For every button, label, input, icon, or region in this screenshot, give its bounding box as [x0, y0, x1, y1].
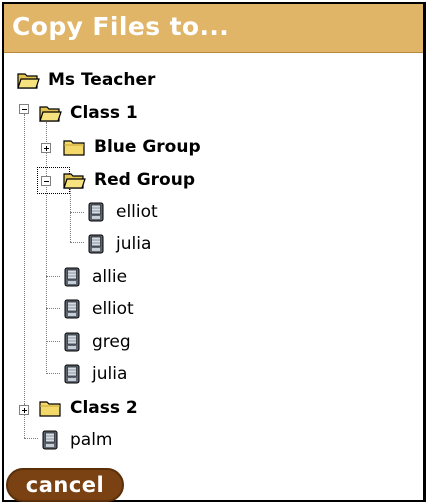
handheld-device-icon [60, 332, 84, 352]
tree-node-label: elliot [116, 202, 158, 222]
expand-class-2-toggle[interactable] [19, 405, 29, 415]
tree-node-red-elliot[interactable]: elliot [84, 200, 158, 224]
open-folder-icon [62, 170, 86, 190]
tree-connector [46, 308, 60, 309]
collapse-class-1-toggle[interactable] [19, 104, 29, 114]
tree-connector [70, 187, 71, 242]
tree-node-label: Class 1 [70, 103, 138, 123]
collapse-red-group-toggle[interactable] [41, 176, 51, 186]
folder-icon [38, 398, 62, 418]
tree-node-label: Ms Teacher [48, 70, 156, 90]
tree-connector [46, 276, 60, 277]
expand-blue-group-toggle[interactable] [41, 143, 51, 153]
tree-node-blue-group[interactable]: Blue Group [62, 135, 201, 159]
folder-tree: Ms Teacher Class 1 Blue Group Red Group … [4, 4, 423, 500]
tree-node-label: palm [70, 430, 113, 450]
tree-connector [46, 373, 60, 374]
tree-connector [46, 341, 60, 342]
tree-node-allie[interactable]: allie [60, 265, 127, 289]
open-folder-icon [38, 103, 62, 123]
tree-node-palm[interactable]: palm [38, 428, 113, 452]
tree-node-elliot[interactable]: elliot [60, 297, 134, 321]
tree-connector [24, 114, 25, 404]
tree-connector [70, 212, 84, 213]
handheld-device-icon [84, 234, 108, 254]
tree-node-class-1[interactable]: Class 1 [38, 101, 138, 125]
tree-node-label: julia [92, 364, 128, 384]
tree-node-label: allie [92, 267, 128, 287]
tree-node-label: Class 2 [70, 398, 138, 418]
handheld-device-icon [60, 299, 84, 319]
handheld-device-icon [84, 202, 108, 222]
tree-node-label: elliot [92, 299, 134, 319]
tree-connector [24, 438, 38, 439]
tree-connector [70, 242, 84, 243]
tree-node-greg[interactable]: greg [60, 330, 131, 354]
tree-node-red-julia[interactable]: julia [84, 232, 151, 256]
tree-node-julia[interactable]: julia [60, 362, 127, 386]
cancel-button[interactable]: cancel [6, 468, 124, 502]
handheld-device-icon [60, 267, 84, 287]
copy-files-dialog: Copy Files to... Ms Teacher Class 1 Blue… [2, 2, 426, 502]
tree-node-label: Blue Group [94, 137, 201, 157]
tree-node-label: Red Group [94, 170, 195, 190]
open-folder-icon [16, 70, 40, 90]
tree-node-label: greg [92, 332, 131, 352]
tree-node-label: julia [116, 234, 152, 254]
tree-node-ms-teacher[interactable]: Ms Teacher [16, 68, 155, 92]
tree-node-class-2[interactable]: Class 2 [38, 396, 138, 420]
tree-connector [46, 122, 47, 372]
tree-node-red-group[interactable]: Red Group [62, 168, 195, 192]
handheld-device-icon [60, 364, 84, 384]
folder-icon [62, 137, 86, 157]
handheld-device-icon [38, 430, 62, 450]
